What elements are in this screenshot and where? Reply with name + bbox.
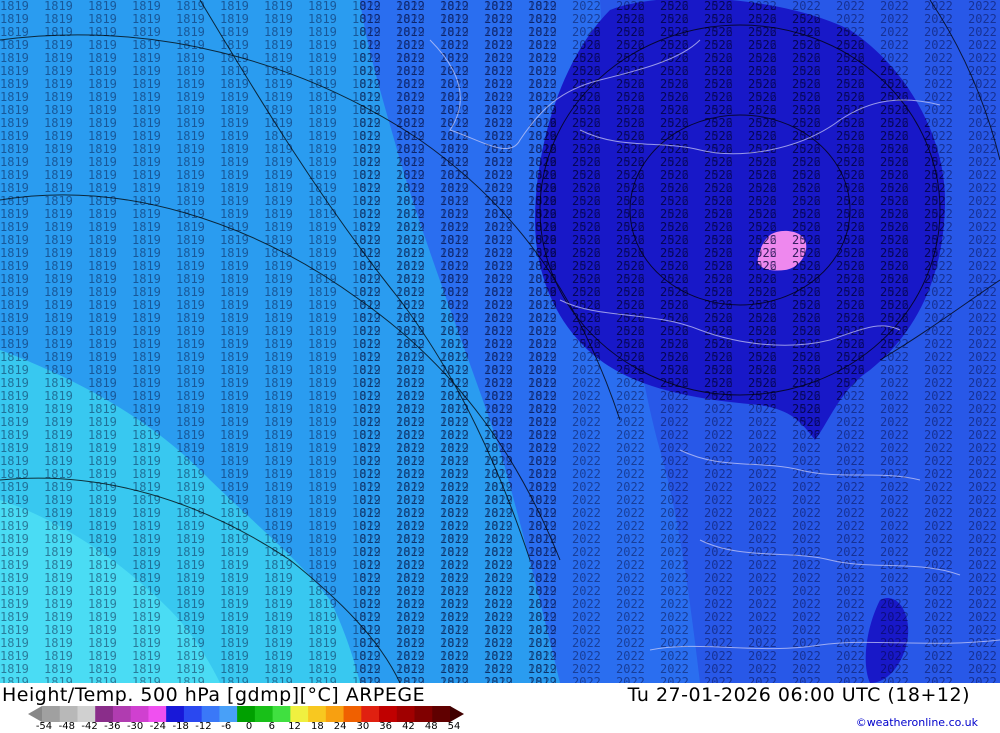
colorbar-tick-label: 30 [356, 721, 370, 732]
colorbar-segment [130, 706, 149, 722]
colorbar-tick-label: -42 [81, 721, 98, 732]
colorbar-tick-label: 0 [245, 721, 253, 732]
colorbar-tick-label: -12 [195, 721, 212, 732]
colorbar-arrow-right [450, 706, 464, 722]
colorbar-tick-label: -54 [35, 721, 53, 732]
colorbar-tick-label: 12 [288, 721, 301, 732]
colorbar-segment [237, 706, 256, 722]
colorbar-segment [308, 706, 327, 722]
colorbar-tick-label: -6 [221, 721, 232, 732]
colorbar-segment [254, 706, 274, 722]
credit-link[interactable]: ©weatheronline.co.uk [856, 716, 978, 729]
colorbar-segment [272, 706, 291, 722]
colorbar-segment [343, 706, 362, 722]
colorbar-segment [112, 706, 132, 722]
colorbar-segment [379, 706, 398, 722]
colorbar-tick-label: -48 [58, 721, 75, 732]
temperature-colorbar [28, 706, 464, 722]
colorbar-tick-label: 48 [424, 721, 438, 732]
colorbar-tick-label: -24 [149, 721, 167, 732]
colorbar-segment [166, 706, 185, 722]
colorbar-segment [361, 706, 380, 722]
colorbar-segment [183, 706, 203, 722]
colorbar-segment [414, 706, 433, 722]
colorbar-tick-label: 6 [268, 721, 275, 732]
map-canvas: 2022 1819 2526 [0, 0, 1000, 683]
colorbar-tick-label: -30 [126, 721, 144, 732]
colorbar-segment [396, 706, 416, 722]
colorbar-tick-label: 36 [379, 721, 393, 732]
colorbar-segment [290, 706, 309, 722]
map-footer: Height/Temp. 500 hPa [gdmp][°C] ARPEGE T… [0, 683, 1000, 733]
colorbar-segment [95, 706, 114, 722]
colorbar-segment [201, 706, 220, 722]
colorbar-segment [77, 706, 96, 722]
colorbar-tick-label: 42 [402, 721, 415, 732]
colorbar-tick-label: 24 [333, 721, 347, 732]
colorbar-segment [325, 706, 345, 722]
weather-map-page: 2022 1819 2526 [0, 0, 1000, 733]
colorbar-tick-label: -18 [172, 721, 189, 732]
colorbar-segment [432, 706, 451, 722]
valid-time: Tu 27-01-2026 06:00 UTC (18+12) [627, 684, 970, 706]
colorbar-segment [42, 706, 61, 722]
map-area: 2022 1819 2526 [0, 0, 1000, 683]
colorbar-arrow-left [28, 706, 42, 722]
colorbar-segment [59, 706, 78, 722]
colorbar-segment [219, 706, 238, 722]
colorbar-segment [148, 706, 167, 722]
colorbar-tick-label: 18 [310, 721, 324, 732]
colorbar-tick-label: 54 [447, 721, 461, 732]
colorbar-tick-label: -36 [104, 721, 121, 732]
map-title: Height/Temp. 500 hPa [gdmp][°C] ARPEGE [2, 684, 426, 706]
